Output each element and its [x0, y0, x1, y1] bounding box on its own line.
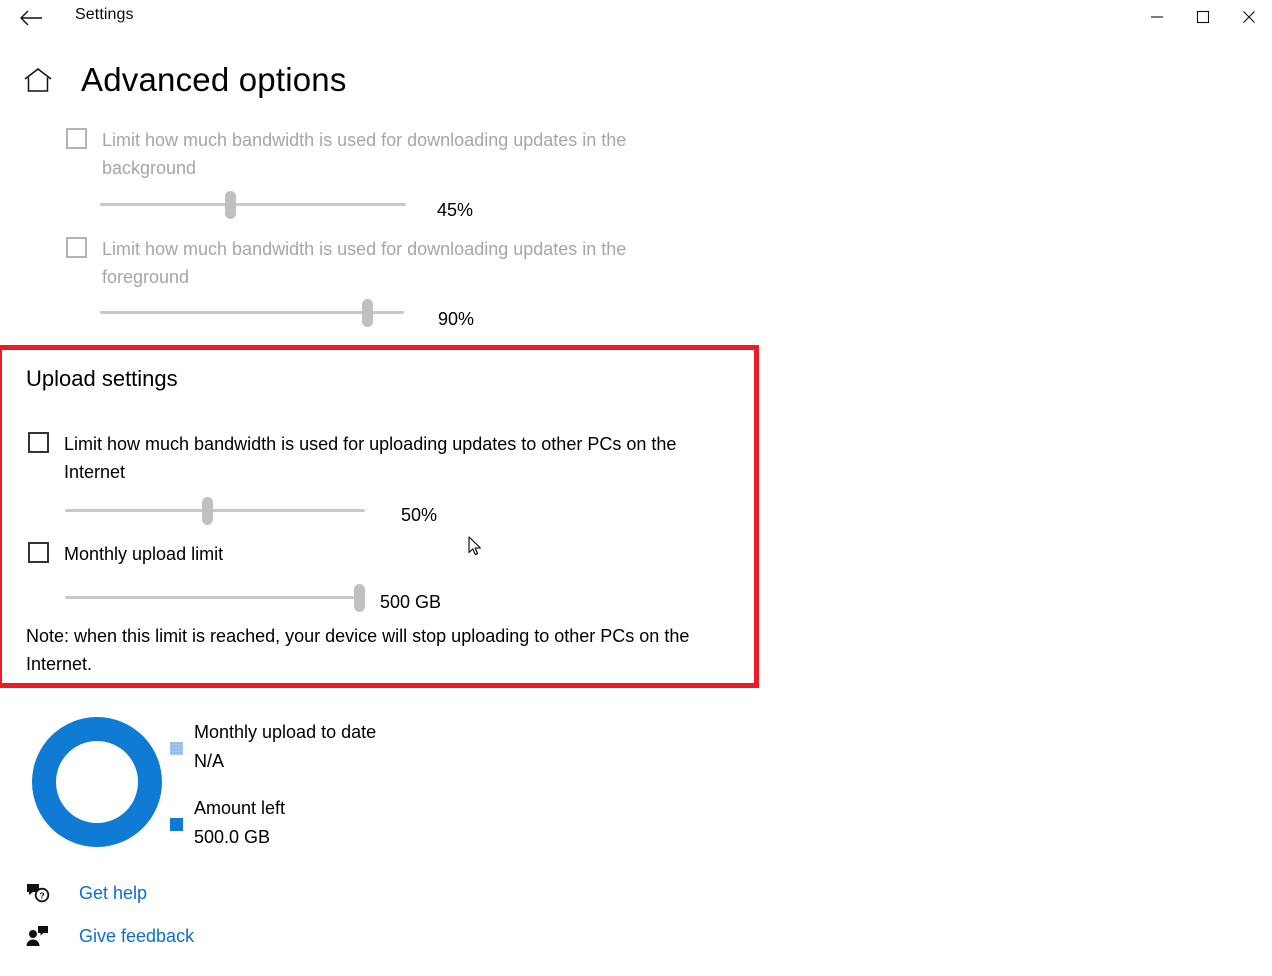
give-feedback-label[interactable]: Give feedback: [79, 924, 194, 948]
give-feedback-link[interactable]: Give feedback: [24, 922, 194, 950]
monthly-upload-limit-label: Monthly upload limit: [64, 544, 224, 564]
help-bubble-icon: ?: [24, 879, 52, 907]
get-help-link[interactable]: ? Get help: [24, 879, 147, 907]
foreground-bandwidth-checkbox[interactable]: [66, 237, 87, 258]
foreground-bandwidth-slider[interactable]: [100, 298, 404, 328]
upload-bandwidth-value: 50%: [401, 505, 438, 525]
foreground-bandwidth-label: Limit how much bandwidth is used for dow…: [102, 239, 627, 287]
background-bandwidth-slider[interactable]: [100, 190, 406, 220]
title-bar: Settings: [0, 0, 1272, 36]
slider-track[interactable]: [65, 509, 365, 512]
legend-swatch-hatched-icon: [170, 742, 183, 755]
foreground-bandwidth-value: 90%: [438, 309, 475, 329]
window-controls: [1134, 0, 1272, 36]
legend-value: 500.0 GB: [194, 827, 271, 847]
upload-bandwidth-checkbox[interactable]: [28, 432, 49, 453]
foreground-bandwidth-row[interactable]: Limit how much bandwidth is used for dow…: [66, 235, 706, 291]
upload-bandwidth-label: Limit how much bandwidth is used for upl…: [64, 434, 677, 482]
slider-track[interactable]: [100, 311, 404, 314]
background-bandwidth-row[interactable]: Limit how much bandwidth is used for dow…: [66, 126, 706, 182]
monthly-upload-limit-checkbox[interactable]: [28, 542, 49, 563]
maximize-icon[interactable]: [1180, 0, 1226, 34]
legend-entry-text: Amount left 500.0 GB: [194, 794, 285, 852]
legend-label: Monthly upload to date: [194, 722, 377, 742]
monthly-upload-limit-value: 500 GB: [380, 592, 442, 612]
slider-track[interactable]: [100, 203, 406, 206]
page-header: Advanced options: [0, 60, 347, 100]
upload-bandwidth-row[interactable]: Limit how much bandwidth is used for upl…: [28, 430, 728, 486]
legend-item: Amount left 500.0 GB: [170, 794, 376, 852]
background-bandwidth-checkbox[interactable]: [66, 128, 87, 149]
feedback-person-icon: [24, 922, 52, 950]
legend-label: Amount left: [194, 798, 286, 818]
upload-bandwidth-slider[interactable]: [65, 496, 365, 526]
upload-usage-legend: Monthly upload to date N/A Amount left 5…: [170, 718, 376, 870]
background-bandwidth-value: 45%: [437, 200, 474, 220]
close-icon[interactable]: [1226, 0, 1272, 34]
upload-limit-note: Note: when this limit is reached, your d…: [26, 626, 690, 674]
svg-text:?: ?: [39, 891, 44, 901]
background-bandwidth-label: Limit how much bandwidth is used for dow…: [102, 130, 627, 178]
app-title: Settings: [75, 6, 134, 23]
legend-entry-text: Monthly upload to date N/A: [194, 718, 376, 776]
page-title: Advanced options: [81, 61, 347, 98]
slider-thumb[interactable]: [354, 584, 365, 612]
legend-value: N/A: [194, 751, 225, 771]
home-icon[interactable]: [18, 60, 58, 100]
monthly-upload-limit-slider[interactable]: [65, 583, 365, 613]
legend-swatch-solid-icon: [170, 818, 183, 831]
slider-thumb[interactable]: [202, 497, 213, 525]
slider-thumb[interactable]: [362, 299, 373, 327]
monthly-upload-limit-row[interactable]: Monthly upload limit: [28, 540, 428, 568]
upload-settings-title: Upload settings: [26, 366, 178, 391]
get-help-label[interactable]: Get help: [79, 881, 147, 905]
donut-hole: [56, 741, 138, 823]
back-arrow-icon[interactable]: [14, 2, 48, 34]
upload-usage-donut-chart: [32, 717, 162, 847]
legend-item: Monthly upload to date N/A: [170, 718, 376, 776]
slider-thumb[interactable]: [225, 191, 236, 219]
minimize-icon[interactable]: [1134, 0, 1180, 34]
slider-track[interactable]: [65, 596, 365, 599]
